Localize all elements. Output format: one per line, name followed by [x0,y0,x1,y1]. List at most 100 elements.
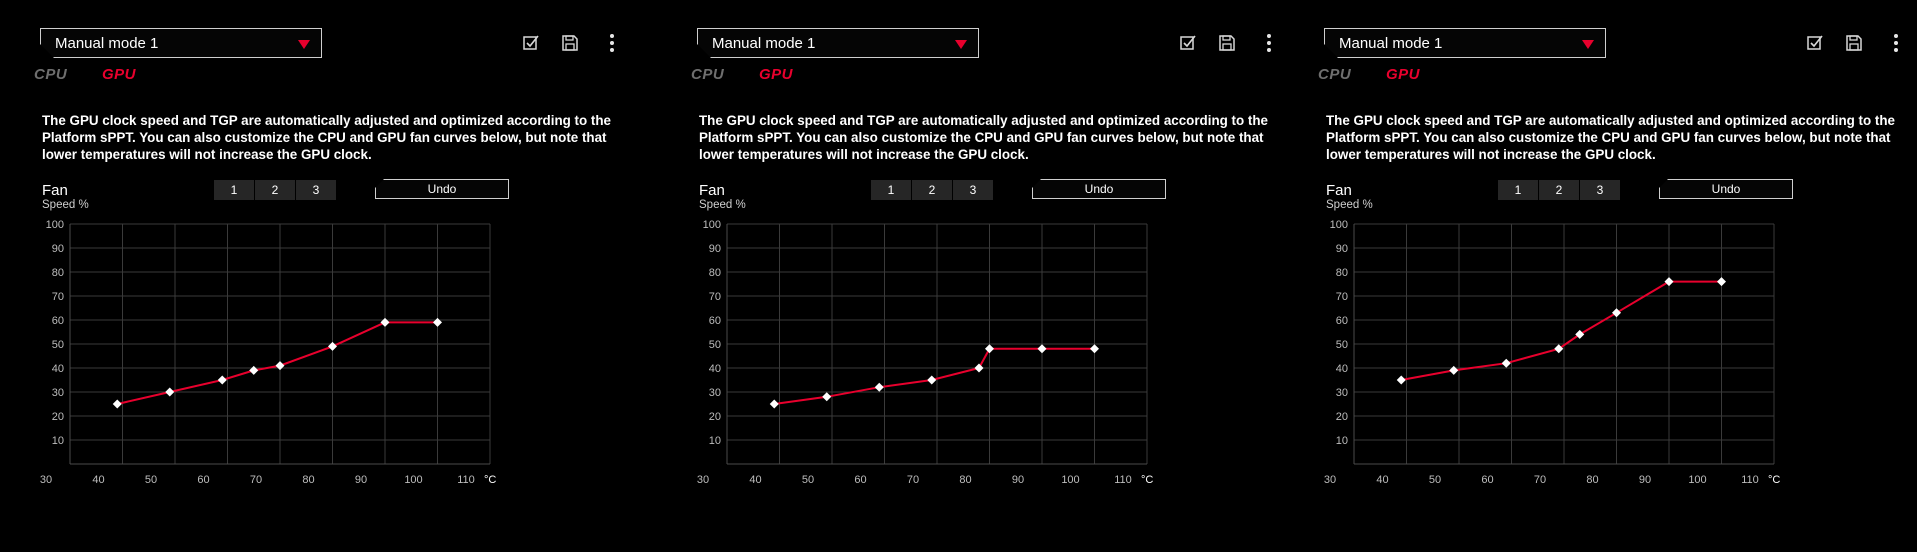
y-tick-label: 80 [1336,267,1348,279]
curve-point-handle[interactable] [985,344,994,354]
fan-selector-1[interactable]: 1 [214,180,255,200]
x-tick-label: 110 [1741,474,1759,486]
more-vertical-icon[interactable] [1258,32,1280,54]
fan-selector-2[interactable]: 2 [1539,180,1580,200]
mode-dropdown[interactable]: Manual mode 1 [40,28,322,58]
y-tick-label: 20 [709,411,721,423]
tab-cpu[interactable]: CPU [34,66,67,83]
mode-dropdown[interactable]: Manual mode 1 [1324,28,1606,58]
triangle-down-icon [955,40,967,49]
fan-profile-panel: Manual mode 1 CPU GPU The GPU clock spee… [689,0,1271,552]
fan-selector: 1 2 3 [214,180,336,200]
triangle-down-icon [298,40,310,49]
fan-speed-label: Speed % [1326,199,1373,211]
curve-point-handle[interactable] [1037,344,1047,354]
fan-profile-panel: Manual mode 1 CPU GPU The GPU clock spee… [32,0,614,552]
x-tick-label: 60 [854,474,866,486]
x-tick-label: 40 [92,474,104,486]
y-tick-label: 90 [1336,243,1348,255]
app-root: Manual mode 1 CPU GPU The GPU clock spee… [0,0,1917,552]
save-icon[interactable] [1843,32,1865,54]
curve-point-handle[interactable] [1612,308,1621,318]
tab-cpu[interactable]: CPU [1318,66,1351,83]
curve-point-handle[interactable] [217,375,227,385]
fan-selector-1[interactable]: 1 [1498,180,1539,200]
curve-point-handle[interactable] [380,317,390,327]
y-tick-label: 60 [52,315,64,327]
fan-profile-panel: Manual mode 1 CPU GPU The GPU clock spee… [1316,0,1898,552]
fan-curve-chart[interactable]: 10 20 30 40 50 60 70 80 90 100 30 40 50 60 70 80 90 100 11… [689,216,1249,496]
save-icon[interactable] [559,32,581,54]
y-tick-label: 50 [52,339,64,351]
fan-speed-label: Speed % [42,199,89,211]
y-tick-label: 50 [1336,339,1348,351]
undo-button[interactable]: Undo [1032,179,1166,199]
more-vertical-icon[interactable] [601,32,623,54]
x-tick-label: 30 [1324,474,1336,486]
mode-dropdown-value: Manual mode 1 [1339,35,1443,52]
curve-point-handle[interactable] [822,392,832,402]
x-tick-label: 70 [1534,474,1546,486]
y-tick-label: 10 [1336,435,1348,447]
more-vertical-icon[interactable] [1885,32,1907,54]
fan-curve-line [774,347,1095,405]
curve-point-handle[interactable] [275,361,285,371]
fan-speed-label: Speed % [699,199,746,211]
y-tick-label: 30 [1336,387,1348,399]
curve-point-handle[interactable] [1396,375,1406,385]
y-tick-label: 90 [52,243,64,255]
tab-gpu[interactable]: GPU [759,66,793,83]
curve-point-handle[interactable] [1449,365,1459,375]
x-tick-label: 80 [1586,474,1598,486]
x-unit-label: °C [484,474,496,486]
fan-selector-3[interactable]: 3 [1580,180,1620,200]
x-tick-label: 110 [1114,474,1132,486]
undo-button[interactable]: Undo [375,179,509,199]
x-tick-label: 90 [1012,474,1024,486]
fan-selector-3[interactable]: 3 [296,180,336,200]
fan-curve-chart[interactable]: 10 20 30 40 50 60 70 80 90 100 30 40 50 60 70 80 90 100 11… [32,216,592,496]
fan-selector-3[interactable]: 3 [953,180,993,200]
undo-button[interactable]: Undo [1659,179,1793,199]
x-tick-label: 40 [1376,474,1388,486]
curve-point-handle[interactable] [1664,277,1674,287]
curve-point-handle[interactable] [433,317,442,327]
y-tick-label: 100 [1330,219,1348,231]
curve-point-handle[interactable] [1501,358,1511,368]
x-tick-label: 40 [749,474,761,486]
x-unit-label: °C [1141,474,1153,486]
x-tick-label: 100 [1688,474,1706,486]
curve-point-handle[interactable] [874,382,884,392]
save-icon[interactable] [1216,32,1238,54]
tab-gpu[interactable]: GPU [102,66,136,83]
description-text: The GPU clock speed and TGP are automati… [42,113,611,162]
x-tick-label: 80 [959,474,971,486]
fan-selector-1[interactable]: 1 [871,180,912,200]
curve-point-handle[interactable] [165,387,175,397]
tab-gpu[interactable]: GPU [1386,66,1420,83]
curve-point-handle[interactable] [249,365,259,375]
x-tick-label: 90 [355,474,367,486]
checkbox-icon[interactable] [1177,32,1199,54]
checkbox-icon[interactable] [520,32,542,54]
x-tick-label: 70 [907,474,919,486]
x-tick-label: 110 [457,474,475,486]
x-tick-label: 90 [1639,474,1651,486]
y-tick-label: 70 [52,291,64,303]
curve-point-handle[interactable] [112,399,122,409]
fan-selector-2[interactable]: 2 [912,180,953,200]
fan-selector-2[interactable]: 2 [255,180,296,200]
checkbox-icon[interactable] [1804,32,1826,54]
fan-curve-chart[interactable]: 10 20 30 40 50 60 70 80 90 100 30 40 50 60 70 80 90 100 11… [1316,216,1876,496]
mode-dropdown[interactable]: Manual mode 1 [697,28,979,58]
x-tick-label: 60 [1481,474,1493,486]
curve-point-handle[interactable] [1090,344,1099,354]
curve-point-handle[interactable] [1717,277,1726,287]
curve-point-handle[interactable] [769,399,779,409]
curve-point-handle[interactable] [328,341,337,351]
tab-cpu[interactable]: CPU [691,66,724,83]
curve-point-handle[interactable] [974,363,984,373]
curve-point-handle[interactable] [927,375,937,385]
description-text: The GPU clock speed and TGP are automati… [699,113,1268,162]
y-tick-label: 100 [46,219,64,231]
